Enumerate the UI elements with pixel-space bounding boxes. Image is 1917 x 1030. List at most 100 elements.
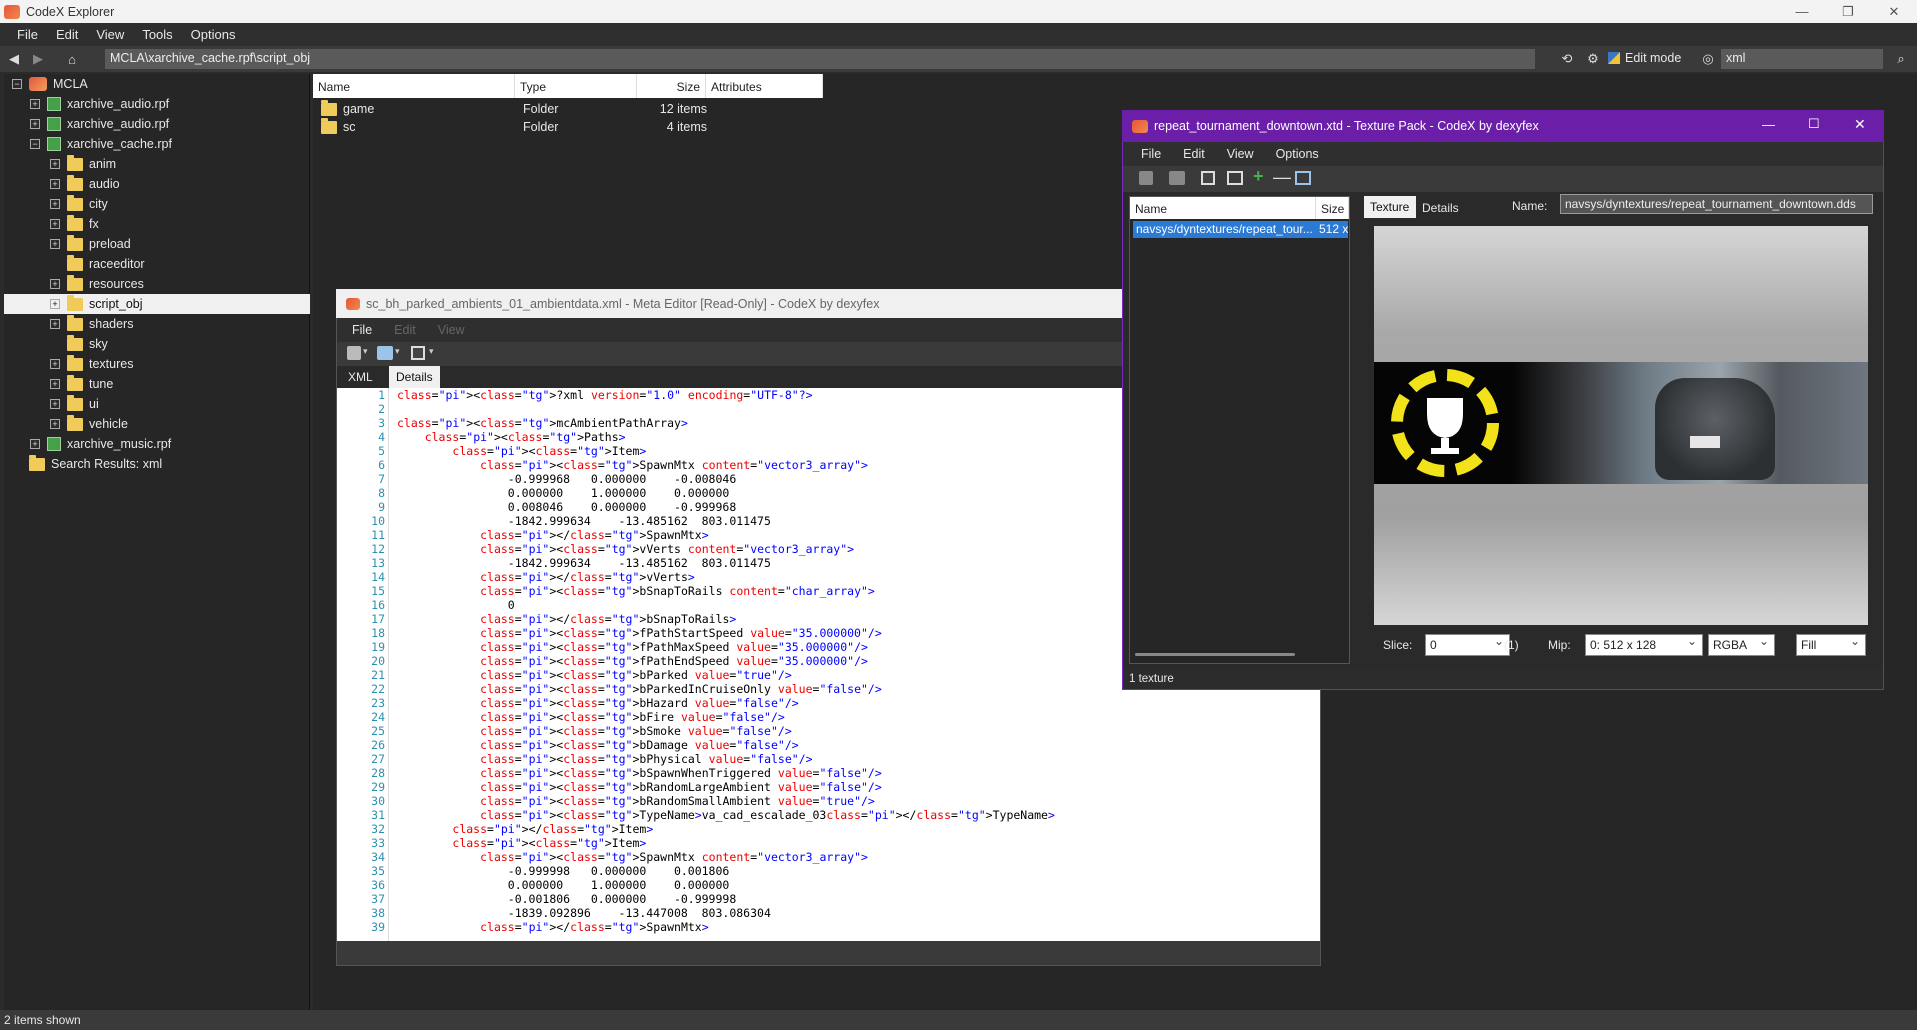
save-icon[interactable] (411, 346, 425, 360)
open-icon[interactable] (1169, 171, 1185, 185)
close-icon[interactable]: ✕ (1854, 116, 1866, 133)
tab-xml[interactable]: XML (341, 366, 380, 388)
tree-node[interactable]: + resources (50, 274, 144, 294)
dropdown-arrow-icon[interactable]: ▾ (395, 346, 400, 357)
tex-column-name[interactable]: Name (1130, 197, 1316, 219)
texture-name-field[interactable]: navsys/dyntextures/repeat_tournament_dow… (1560, 194, 1873, 214)
list-item[interactable]: sc Folder 4 items (313, 117, 707, 136)
expand-toggle-icon[interactable]: + (50, 279, 60, 289)
minimize-icon[interactable]: — (1762, 117, 1775, 132)
expand-toggle-icon[interactable]: + (30, 119, 40, 129)
tree-node[interactable]: + xarchive_audio.rpf (30, 94, 169, 114)
item-name: sc (343, 120, 356, 134)
expand-toggle-icon[interactable]: + (50, 399, 60, 409)
dropdown-arrow-icon[interactable]: ▾ (363, 346, 368, 357)
save-icon[interactable] (1201, 171, 1215, 185)
tree-node[interactable]: + textures (50, 354, 133, 374)
tex-column-size[interactable]: Size (1316, 197, 1349, 219)
column-attributes[interactable]: Attributes (706, 74, 823, 98)
menu-options[interactable]: Options (182, 27, 245, 42)
copy-icon[interactable] (1139, 171, 1153, 185)
tree-node[interactable]: +Search Results: xml (12, 454, 162, 474)
tex-menu-file[interactable]: File (1141, 147, 1161, 161)
texture-status-bar: 1 texture (1123, 670, 1883, 689)
copy-icon[interactable] (347, 346, 361, 360)
meta-menu-file[interactable]: File (352, 323, 372, 337)
expand-toggle-icon[interactable]: + (50, 319, 60, 329)
menu-file[interactable]: File (8, 27, 47, 42)
expand-toggle-icon[interactable]: + (50, 199, 60, 209)
expand-toggle-icon[interactable]: + (50, 419, 60, 429)
tree-node[interactable]: + audio (50, 174, 120, 194)
home-icon[interactable]: ⌂ (62, 49, 82, 69)
tree-node[interactable]: + ui (50, 394, 99, 414)
remove-icon[interactable]: — (1273, 167, 1291, 188)
tree-node[interactable]: + anim (50, 154, 116, 174)
expand-toggle-icon[interactable]: + (50, 159, 60, 169)
menu-view[interactable]: View (87, 27, 133, 42)
tree-node[interactable]: + preload (50, 234, 131, 254)
open-icon[interactable] (377, 346, 393, 360)
menu-edit[interactable]: Edit (47, 27, 87, 42)
expand-toggle-icon[interactable]: + (50, 379, 60, 389)
tree-node[interactable]: + tune (50, 374, 113, 394)
tree-node[interactable]: +sky (50, 334, 108, 354)
expand-toggle-icon[interactable]: + (30, 439, 40, 449)
expand-toggle-icon[interactable]: + (50, 359, 60, 369)
search-icon[interactable]: ⌕ (1891, 49, 1911, 69)
tree-node[interactable]: + shaders (50, 314, 133, 334)
search-options-icon[interactable]: ◎ (1698, 49, 1718, 69)
tree-node[interactable]: + xarchive_audio.rpf (30, 114, 169, 134)
expand-toggle-icon[interactable]: + (50, 219, 60, 229)
menu-tools[interactable]: Tools (133, 27, 181, 42)
expand-toggle-icon[interactable]: + (50, 179, 60, 189)
tree-node[interactable]: + fx (50, 214, 99, 234)
expand-toggle-icon[interactable]: + (50, 299, 60, 309)
texture-list-item[interactable]: navsys/dyntextures/repeat_tour... 512 x (1133, 221, 1348, 238)
tab-tex-details[interactable]: Details (1416, 198, 1465, 218)
restore-icon[interactable]: ❐ (1825, 0, 1871, 23)
meta-menu-edit[interactable]: Edit (394, 323, 416, 337)
forward-icon[interactable]: ▶ (28, 49, 48, 69)
expand-toggle-icon[interactable]: + (30, 99, 40, 109)
expand-toggle-icon[interactable]: − (12, 79, 22, 89)
column-size[interactable]: Size (637, 74, 706, 98)
minimize-icon[interactable]: — (1779, 0, 1825, 23)
tree-node[interactable]: + vehicle (50, 414, 128, 434)
tex-menu-options[interactable]: Options (1276, 147, 1319, 161)
close-icon[interactable]: ✕ (1871, 0, 1917, 23)
tree-node[interactable]: + city (50, 194, 108, 214)
tree-node[interactable]: +raceeditor (50, 254, 145, 274)
export-icon[interactable] (1227, 171, 1243, 185)
column-name[interactable]: Name (313, 74, 515, 98)
dropdown-arrow-icon[interactable]: ▾ (429, 346, 434, 357)
expand-toggle-icon[interactable]: + (50, 239, 60, 249)
horizontal-scrollbar[interactable] (1135, 653, 1295, 656)
replace-icon[interactable] (1295, 171, 1311, 185)
mip-select[interactable]: 0: 512 x 128 (1585, 634, 1703, 656)
meta-menu-view[interactable]: View (438, 323, 465, 337)
add-icon[interactable]: + (1253, 166, 1264, 187)
maximize-icon[interactable]: ☐ (1808, 116, 1820, 132)
tex-menu-edit[interactable]: Edit (1183, 147, 1205, 161)
list-item[interactable]: game Folder 12 items (313, 99, 707, 118)
tex-menu-view[interactable]: View (1227, 147, 1254, 161)
back-icon[interactable]: ◀ (4, 49, 24, 69)
tree-node[interactable]: + script_obj (4, 294, 310, 314)
tree-node[interactable]: − MCLA (12, 74, 88, 94)
address-field[interactable]: MCLA\xarchive_cache.rpf\script_obj (105, 49, 1535, 69)
format-select[interactable]: RGBA (1708, 634, 1775, 656)
edit-mode-button[interactable]: Edit mode (1608, 51, 1681, 65)
tab-texture[interactable]: Texture (1364, 196, 1416, 218)
tree-node[interactable]: + xarchive_music.rpf (30, 434, 171, 454)
expand-toggle-icon[interactable]: − (30, 139, 40, 149)
refresh-icon[interactable]: ⟲ (1557, 49, 1577, 69)
search-input[interactable]: xml (1721, 49, 1883, 69)
tab-details[interactable]: Details (389, 366, 440, 388)
tree-node[interactable]: − xarchive_cache.rpf (30, 134, 172, 154)
settings-icon[interactable]: ⚙ (1583, 49, 1603, 69)
fill-select[interactable]: Fill (1796, 634, 1866, 656)
slice-select[interactable]: 0 (1425, 634, 1510, 656)
texture-pack-title-bar[interactable]: repeat_tournament_downtown.xtd - Texture… (1122, 110, 1884, 142)
column-type[interactable]: Type (515, 74, 637, 98)
